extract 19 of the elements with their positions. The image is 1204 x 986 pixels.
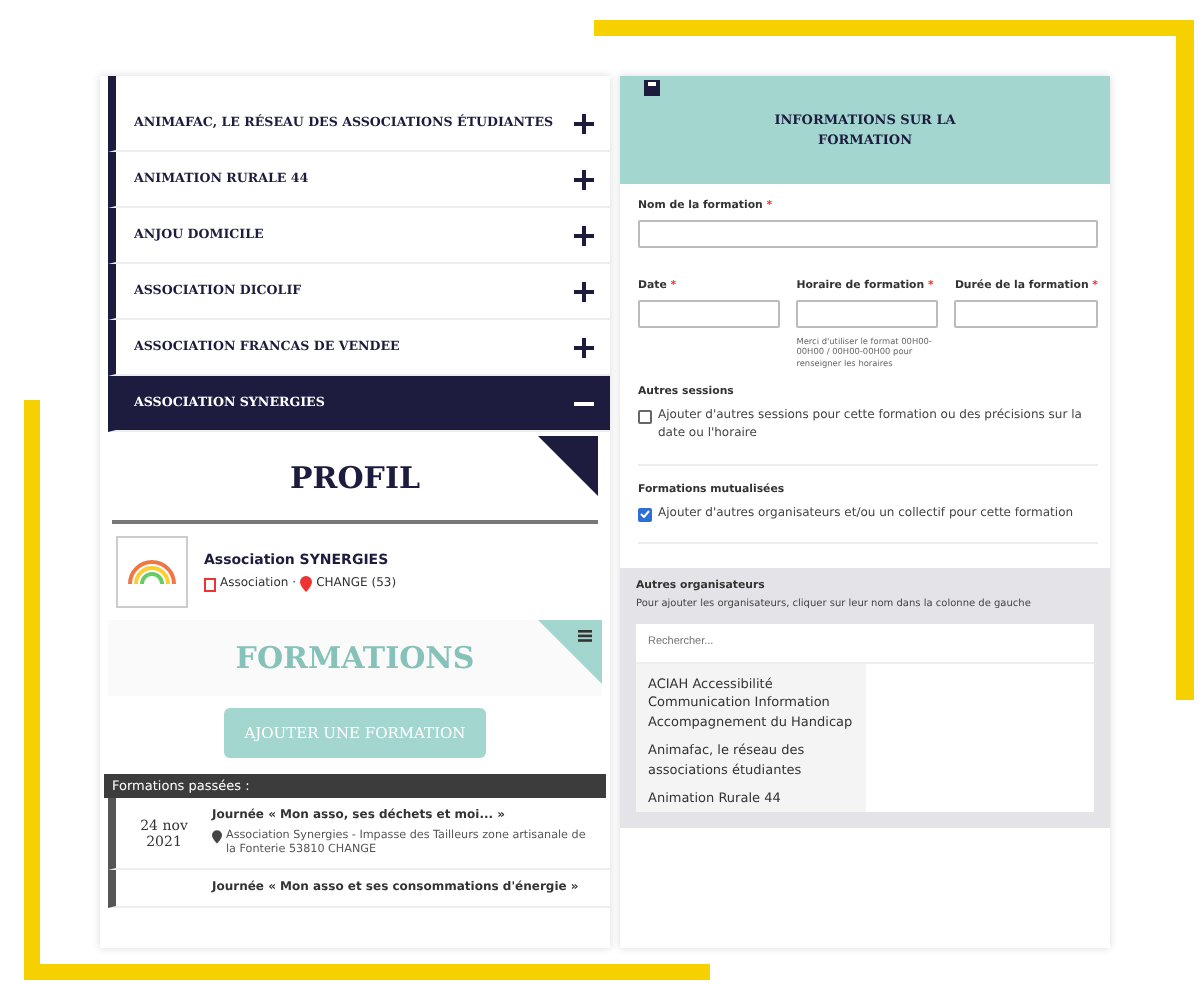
plus-icon [574,337,594,357]
input-field[interactable] [638,300,781,328]
menu-icon[interactable] [578,630,592,642]
input-field[interactable] [638,220,1098,248]
input-field[interactable] [954,300,1098,328]
plus-icon [574,281,594,301]
save-icon [644,80,660,96]
plus-icon [574,113,594,133]
plus-icon [574,169,594,189]
input-field[interactable] [796,300,939,328]
checkbox[interactable] [638,507,652,522]
location-pin-icon [212,829,222,844]
building-icon [204,577,216,592]
location-pin-icon [300,576,313,593]
checkbox[interactable] [638,410,652,425]
association-logo [116,536,188,608]
plus-icon [574,225,594,245]
formations-heading: FORMATIONS [235,640,475,676]
profile-heading: PROFIL [289,460,421,496]
